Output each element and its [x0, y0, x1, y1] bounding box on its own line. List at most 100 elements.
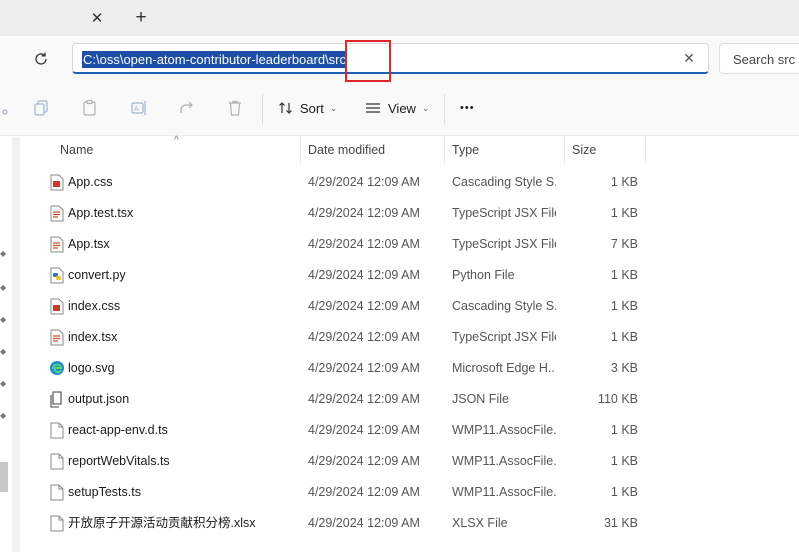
column-header: Name ^ Date modified Type Size — [28, 135, 648, 163]
file-type: TypeScript JSX File — [452, 237, 556, 251]
file-size: 1 KB — [610, 423, 638, 437]
cut-icon[interactable] — [0, 98, 20, 118]
tsx-file-icon — [50, 205, 64, 222]
edge-file-icon — [50, 361, 64, 375]
file-date-modified: 4/29/2024 12:09 AM — [308, 237, 420, 251]
file-row[interactable]: 开放原子开源活动贡献积分榜.xlsx 4/29/2024 12:09 AM XLSX… — [28, 508, 648, 539]
file-date-modified: 4/29/2024 12:09 AM — [308, 516, 420, 530]
file-size: 1 KB — [610, 299, 638, 313]
file-row[interactable]: App.tsx 4/29/2024 12:09 AM TypeScript JSX … — [28, 229, 648, 260]
toolbar-divider — [262, 94, 263, 124]
column-date-label: Date modified — [308, 143, 386, 157]
copy-icon[interactable] — [32, 98, 52, 118]
tsx-file-icon — [50, 236, 64, 253]
navigation-scrollbar[interactable] — [12, 137, 20, 552]
file-type: Cascading Style S... — [452, 299, 556, 313]
chevron-down-icon: ⌄ — [421, 102, 430, 113]
python-file-icon — [50, 267, 64, 284]
file-size: 3 KB — [610, 361, 638, 375]
file-name: index.tsx — [68, 330, 118, 344]
view-label: View — [388, 100, 416, 116]
file-date-modified: 4/29/2024 12:09 AM — [308, 299, 420, 313]
column-type[interactable]: Type — [445, 137, 565, 163]
file-name: setupTests.ts — [68, 485, 141, 499]
file-row[interactable]: output.json 4/29/2024 12:09 AM JSON File 11… — [28, 384, 648, 415]
more-options-button[interactable]: ••• — [460, 97, 475, 119]
search-input[interactable]: Search src — [719, 43, 799, 74]
sort-icon — [279, 102, 292, 114]
file-row[interactable]: App.css 4/29/2024 12:09 AM Cascading Style… — [28, 167, 648, 198]
refresh-icon — [35, 52, 47, 65]
file-row[interactable]: index.tsx 4/29/2024 12:09 AM TypeScript JS… — [28, 322, 648, 353]
file-date-modified: 4/29/2024 12:09 AM — [308, 175, 420, 189]
file-name: App.test.tsx — [68, 206, 134, 220]
toolbar-divider — [444, 94, 445, 124]
file-size: 1 KB — [610, 454, 638, 468]
column-date-modified[interactable]: Date modified — [301, 137, 445, 163]
file-type: TypeScript JSX File — [452, 206, 556, 220]
close-tab-button[interactable]: ✕ — [86, 8, 108, 28]
file-date-modified: 4/29/2024 12:09 AM — [308, 330, 420, 344]
blank-file-icon — [50, 422, 64, 439]
column-size-label: Size — [572, 143, 597, 157]
file-row[interactable]: logo.svg 4/29/2024 12:09 AM Microsoft Edge… — [28, 353, 648, 384]
pin-icon: ◆ — [0, 379, 7, 388]
file-row[interactable]: react-app-env.d.ts 4/29/2024 12:09 AM WMP1… — [28, 415, 648, 446]
new-tab-button[interactable]: + — [130, 7, 152, 29]
file-row[interactable]: App.test.tsx 4/29/2024 12:09 AM TypeScript… — [28, 198, 648, 229]
file-type: XLSX File — [452, 516, 508, 530]
pin-icon: ◆ — [0, 411, 7, 420]
svg-text:A: A — [134, 106, 139, 113]
pin-icon: ◆ — [0, 315, 7, 324]
file-type: Microsoft Edge H... — [452, 361, 556, 375]
clear-address-icon[interactable]: ✕ — [680, 49, 698, 67]
file-date-modified: 4/29/2024 12:09 AM — [308, 485, 420, 499]
file-type: JSON File — [452, 392, 509, 406]
file-row[interactable]: setupTests.ts 4/29/2024 12:09 AM WMP11.Ass… — [28, 477, 648, 508]
file-size: 1 KB — [610, 268, 638, 282]
highlight-annotation-box — [345, 40, 391, 82]
sort-label: Sort — [300, 100, 324, 116]
file-type: Python File — [452, 268, 515, 282]
file-type: Cascading Style S... — [452, 175, 556, 189]
navigation-scroll-thumb[interactable] — [0, 462, 8, 492]
address-path-text[interactable]: C:\oss\open-atom-contributor-leaderboard… — [82, 51, 348, 68]
file-row[interactable]: index.css 4/29/2024 12:09 AM Cascading Sty… — [28, 291, 648, 322]
file-row[interactable]: convert.py 4/29/2024 12:09 AM Python File 1… — [28, 260, 648, 291]
pin-icon: ◆ — [0, 283, 7, 292]
file-size: 1 KB — [610, 206, 638, 220]
rename-icon[interactable]: A — [129, 98, 149, 118]
paste-icon[interactable] — [80, 98, 100, 118]
file-size: 7 KB — [610, 237, 638, 251]
file-date-modified: 4/29/2024 12:09 AM — [308, 423, 420, 437]
delete-icon[interactable] — [225, 98, 245, 118]
file-date-modified: 4/29/2024 12:09 AM — [308, 392, 420, 406]
chevron-down-icon: ⌄ — [329, 102, 338, 113]
file-size: 1 KB — [610, 330, 638, 344]
file-name: output.json — [68, 392, 130, 406]
file-date-modified: 4/29/2024 12:09 AM — [308, 454, 420, 468]
css-file-icon — [50, 174, 64, 191]
file-size: 31 KB — [603, 516, 638, 530]
refresh-button[interactable] — [30, 48, 52, 70]
sort-button[interactable]: Sort ⌄ — [278, 97, 337, 119]
view-button[interactable]: View ⌄ — [364, 97, 430, 119]
file-name: logo.svg — [68, 361, 115, 375]
file-date-modified: 4/29/2024 12:09 AM — [308, 206, 420, 220]
blank-file-icon — [50, 515, 64, 532]
file-row[interactable]: reportWebVitals.ts 4/29/2024 12:09 AM WMP1… — [28, 446, 648, 477]
share-icon[interactable] — [177, 98, 197, 118]
file-date-modified: 4/29/2024 12:09 AM — [308, 361, 420, 375]
file-name: App.tsx — [68, 237, 110, 251]
file-name: 开放原子开源活动贡献积分榜.xlsx — [68, 516, 256, 530]
file-name: reportWebVitals.ts — [68, 454, 170, 468]
json-file-icon — [50, 391, 62, 408]
pin-icon: ◆ — [0, 249, 7, 258]
column-name-label: Name — [60, 143, 94, 157]
file-name: index.css — [68, 299, 121, 313]
tab-strip: ✕ + — [0, 0, 799, 36]
file-name: convert.py — [68, 268, 126, 282]
column-size[interactable]: Size — [565, 137, 646, 163]
file-name: react-app-env.d.ts — [68, 423, 168, 437]
blank-file-icon — [50, 484, 64, 501]
